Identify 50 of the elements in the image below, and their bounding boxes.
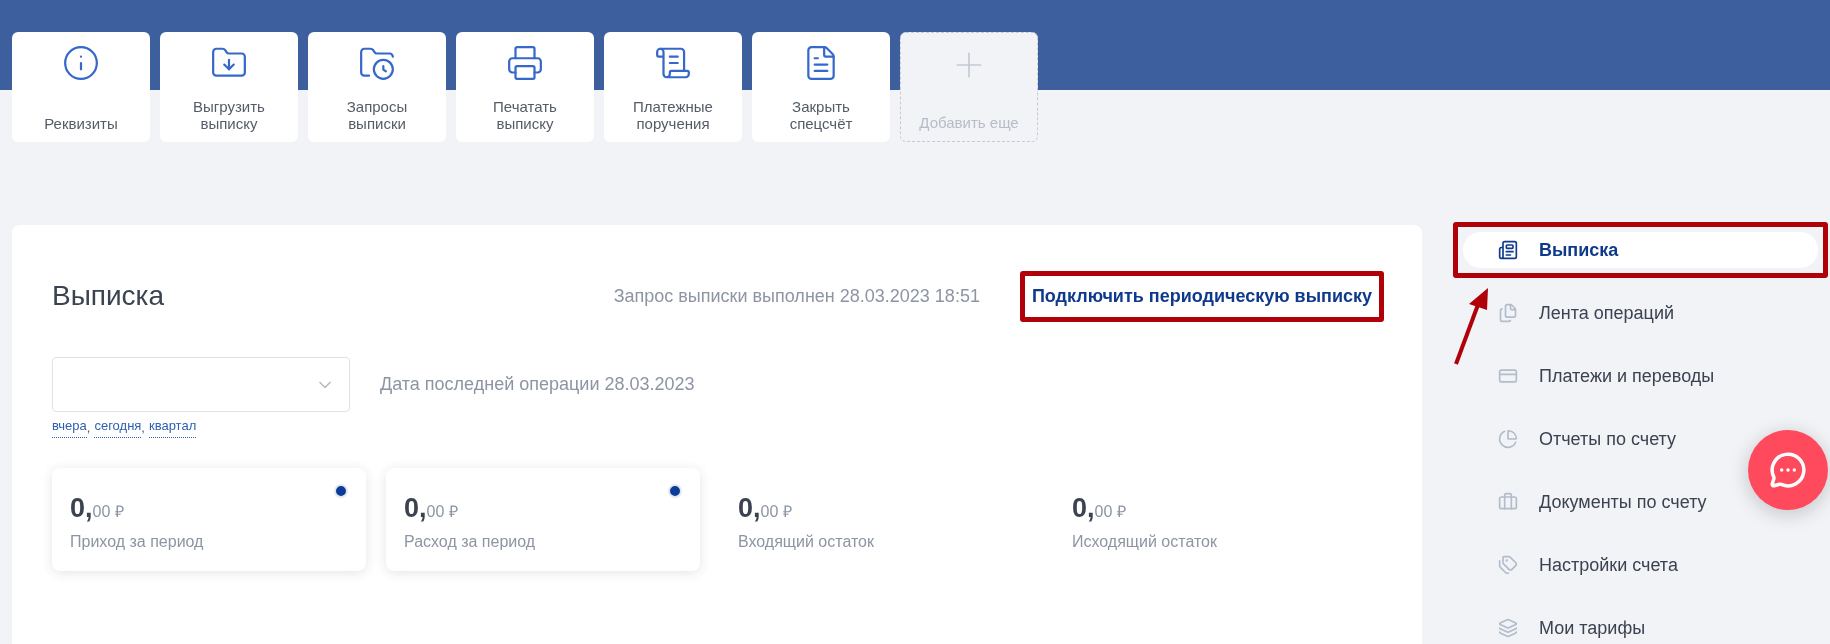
currency-text: ₽ [1117, 501, 1127, 522]
amount-fraction: 00 [92, 502, 111, 520]
layers-icon [1498, 618, 1518, 638]
status-text: Запрос выписки выполнен 28.03.2023 18:51 [613, 284, 980, 308]
total-label: Расход за период [404, 532, 537, 552]
sidebar-item[interactable]: Мои тарифы [1463, 610, 1646, 644]
toolbar-button[interactable]: Запросы выписки [308, 32, 446, 142]
pie-chart-icon [1498, 429, 1518, 449]
sidebar-item[interactable]: Документы по счету [1463, 484, 1707, 520]
files-icon [1498, 303, 1518, 323]
total-card[interactable]: 0,00 ₽ Приход за период [52, 467, 366, 571]
total-label: Приход за период [70, 532, 205, 552]
toolbar-button[interactable]: Закрыть спецсчёт [752, 32, 890, 142]
currency-text: ₽ [449, 501, 459, 522]
amount-fraction: 00 [426, 502, 445, 520]
total-label: Входящий остаток [738, 532, 875, 552]
sidebar-item[interactable]: Отчеты по счету [1463, 421, 1676, 457]
currency-text: ₽ [783, 501, 793, 522]
printer-icon [506, 44, 544, 82]
tags-icon [1498, 555, 1518, 575]
currency-text: ₽ [115, 501, 125, 522]
chat-icon [1769, 451, 1807, 489]
toolbar-button[interactable]: Выгрузить выписку [160, 32, 298, 142]
amount-integer: 0, [70, 491, 93, 525]
sidebar-item[interactable]: Лента операций [1463, 295, 1675, 331]
separator-text: , [141, 419, 145, 437]
statement-title: Выписка [52, 279, 165, 313]
sidebar-item[interactable]: Настройки счета [1463, 547, 1678, 583]
sidebar-item[interactable]: Выписка [1463, 232, 1818, 268]
toolbar-button[interactable]: Платежные поручения [604, 32, 742, 142]
separator-text: , [86, 419, 91, 437]
last-operation-text: Дата последней операции 28.03.2023 [380, 373, 695, 396]
total-label: Исходящий остаток [1072, 532, 1218, 552]
briefcase-icon [1498, 492, 1518, 512]
amount-integer: 0, [738, 491, 761, 525]
amount-fraction: 00 [760, 502, 779, 520]
card-icon [1498, 366, 1518, 386]
info-icon [62, 44, 100, 82]
amount-integer: 0, [1072, 491, 1095, 525]
periodic-statement-link[interactable]: Подключить периодическую выписку [1031, 285, 1372, 306]
quick-period-link[interactable]: вчера [52, 418, 87, 438]
toolbar-button[interactable]: Печатать выписку [456, 32, 594, 142]
amount-integer: 0, [404, 491, 427, 525]
sidebar-item[interactable]: Платежи и переводы [1463, 358, 1715, 394]
chat-button[interactable] [1748, 430, 1828, 510]
quick-period-link[interactable]: квартал [149, 418, 197, 438]
total-card[interactable]: 0,00 ₽ Расход за период [386, 467, 700, 571]
newspaper-icon [1498, 240, 1518, 260]
amount-fraction: 00 [1094, 502, 1113, 520]
toolbar-button[interactable]: Реквизиты [12, 32, 150, 142]
